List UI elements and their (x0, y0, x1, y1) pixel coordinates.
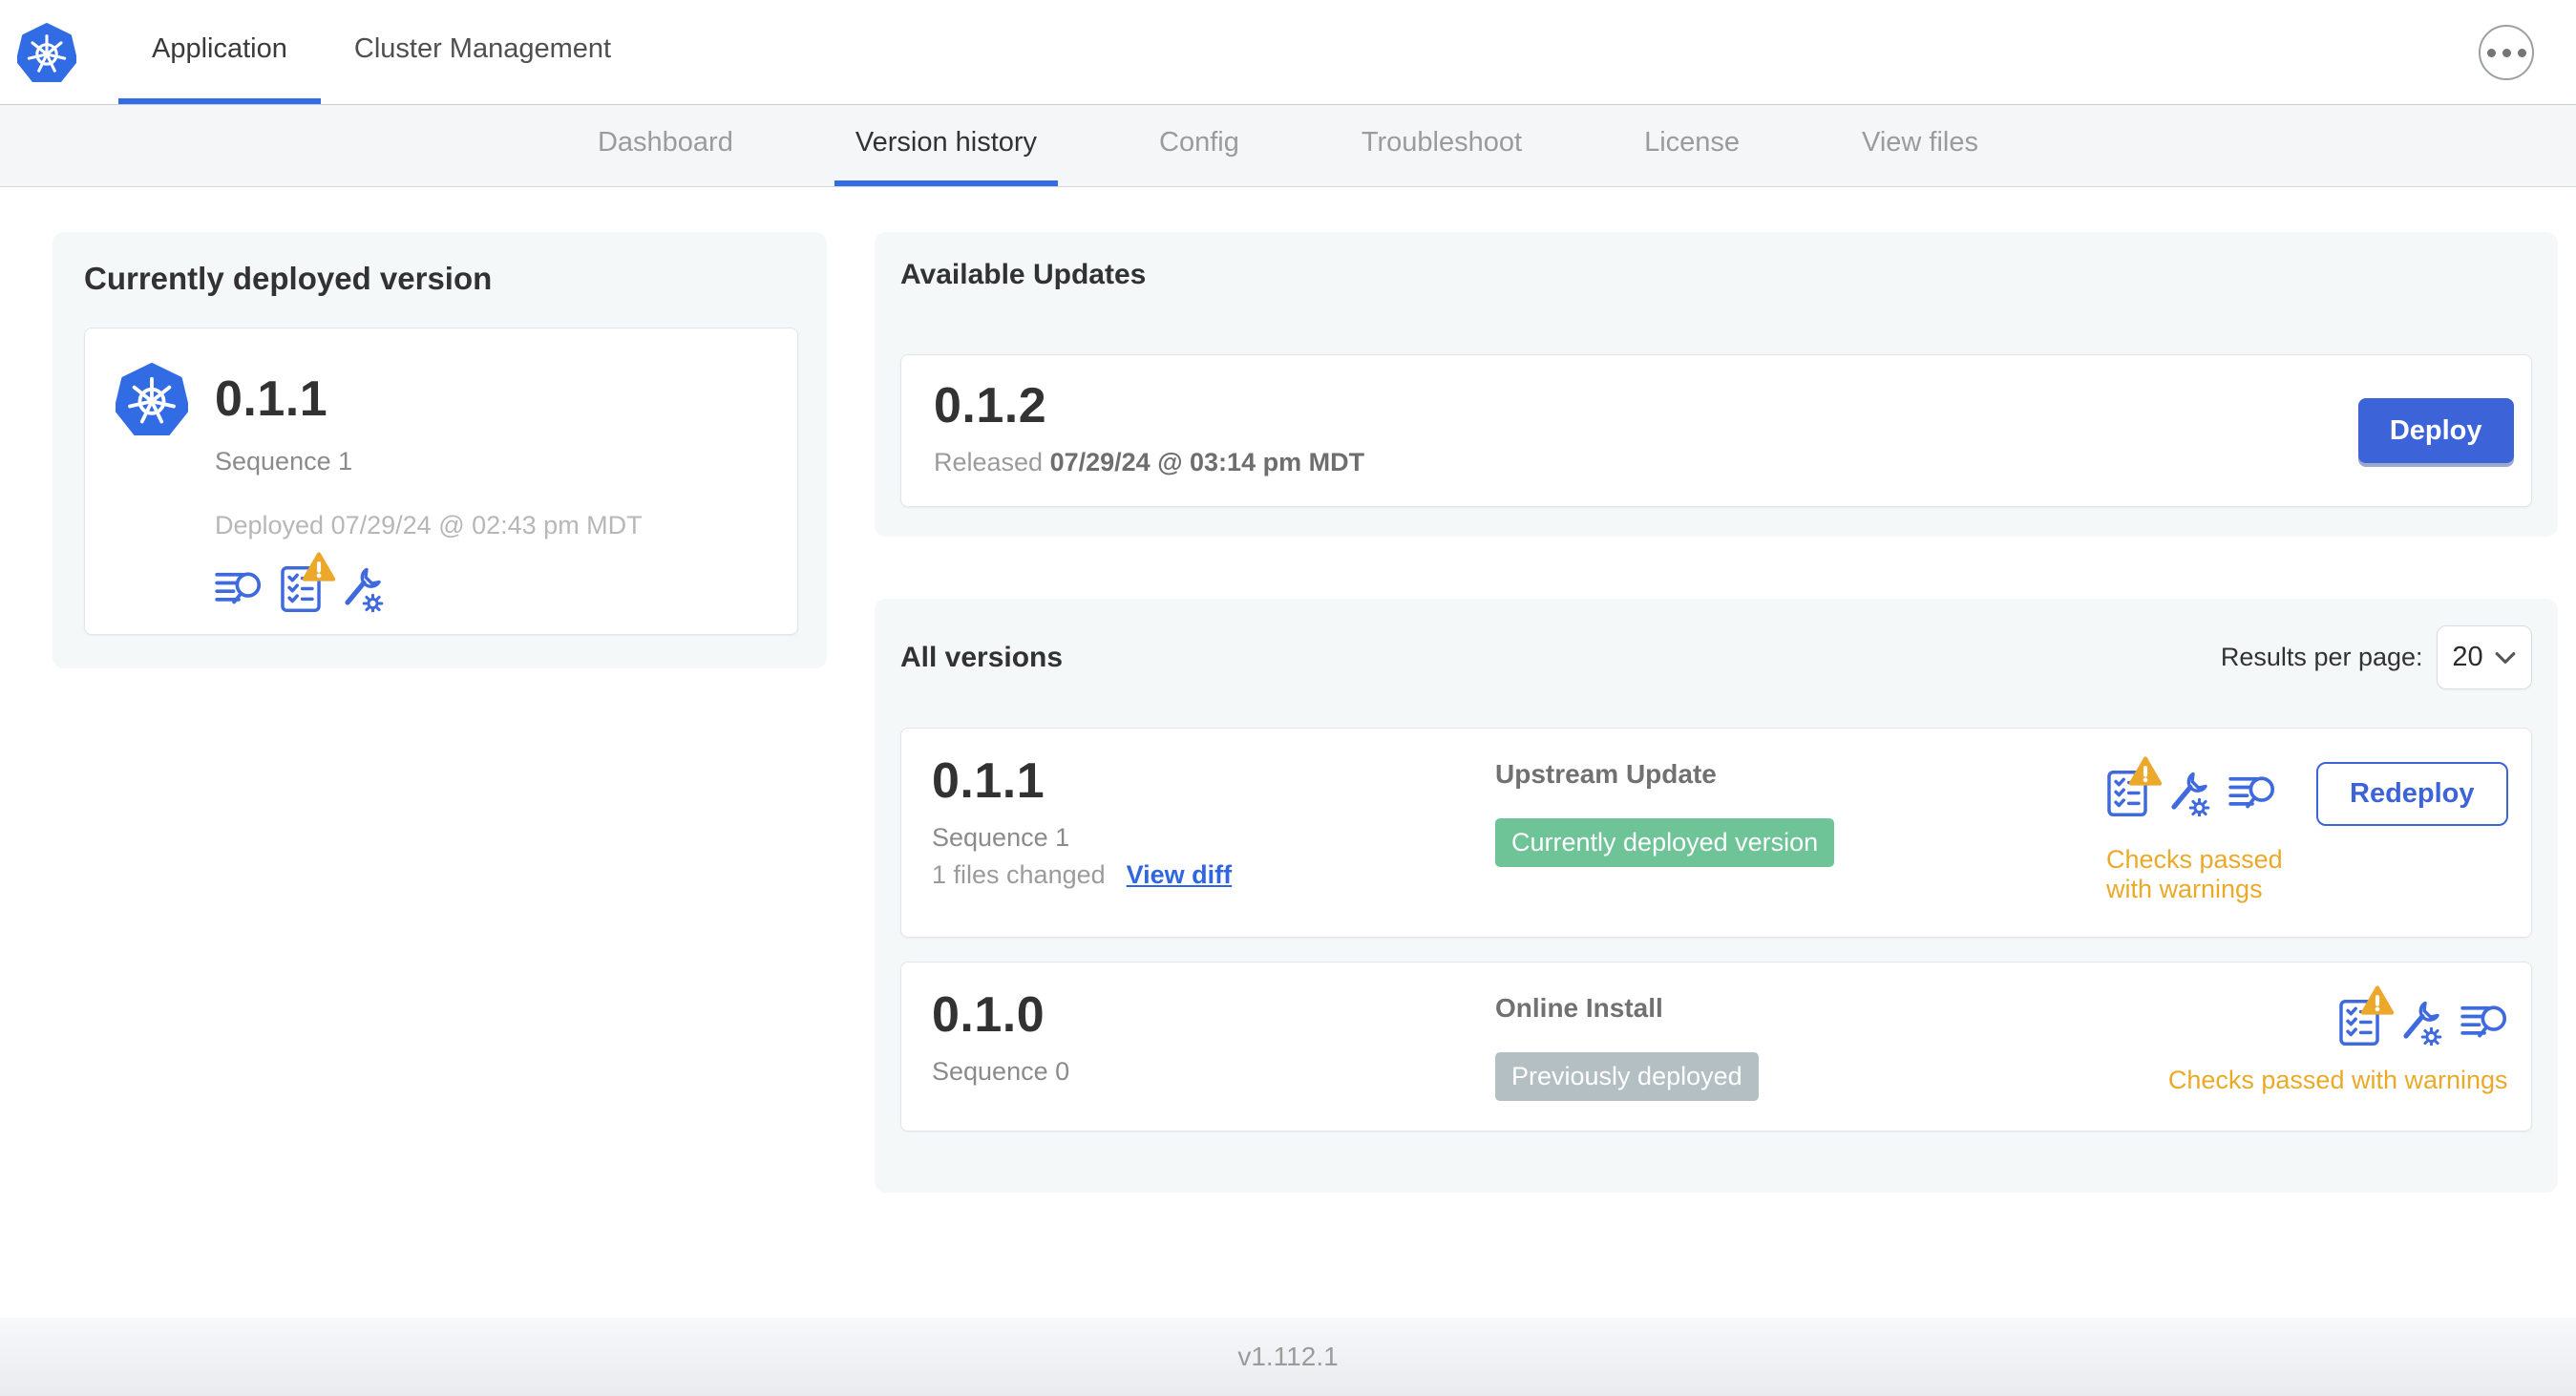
all-versions-title: All versions (900, 641, 1064, 673)
row-icon-row (2338, 999, 2508, 1047)
tab-troubleshoot[interactable]: Troubleshoot (1341, 105, 1543, 186)
deployed-sequence: Sequence 1 (215, 447, 353, 476)
release-notes-icon[interactable] (2460, 1002, 2508, 1044)
tab-license[interactable]: License (1623, 105, 1761, 186)
overflow-menu-button[interactable] (2479, 25, 2534, 80)
config-wrench-icon[interactable] (2397, 1000, 2443, 1046)
kubernetes-app-icon (116, 363, 188, 435)
available-updates-title: Available Updates (900, 259, 1147, 290)
results-per-page-select[interactable]: 20 (2436, 625, 2532, 689)
tab-dashboard[interactable]: Dashboard (577, 105, 754, 186)
results-per-page-label: Results per page: (2220, 643, 2423, 671)
currently-deployed-card: Currently deployed version 0.1.1 Sequenc… (53, 232, 827, 668)
row-sequence: Sequence 1 (932, 822, 1070, 852)
app-tabs: Application Cluster Management (118, 0, 644, 104)
version-row: 0.1.0 Sequence 0 Online Install Previous… (900, 962, 2532, 1132)
tab-version-history[interactable]: Version history (834, 105, 1059, 186)
warning-triangle-icon (2360, 984, 2395, 1016)
view-diff-link[interactable]: View diff (1127, 860, 1233, 890)
tab-config[interactable]: Config (1138, 105, 1260, 186)
config-wrench-icon[interactable] (339, 566, 385, 612)
kubernetes-logo (17, 23, 76, 82)
warning-triangle-icon (302, 551, 336, 582)
checks-status-text: Checks passed with warnings (2167, 1065, 2508, 1094)
status-badge: Previously deployed (1495, 1052, 1759, 1101)
deployed-icon-row (215, 565, 769, 613)
ellipsis-menu-icon (2486, 48, 2496, 57)
version-source: Online Install (1495, 993, 1663, 1023)
deployed-version-panel: 0.1.1 Sequence 1 Deployed 07/29/24 @ 02:… (84, 328, 798, 635)
deployed-version-number: 0.1.1 (215, 370, 328, 427)
tab-cluster-management[interactable]: Cluster Management (321, 0, 644, 104)
update-released-timestamp: Released 07/29/24 @ 03:14 pm MDT (934, 447, 1365, 476)
row-icon-row: Redeploy (2106, 762, 2508, 826)
main-content: Currently deployed version 0.1.1 Sequenc… (0, 187, 2576, 1193)
console-version: v1.112.1 (1237, 1342, 1339, 1371)
preflight-checks-icon[interactable] (2106, 770, 2148, 817)
app-footer: v1.112.1 (0, 1318, 2576, 1396)
preflight-checks-icon[interactable] (2338, 999, 2380, 1047)
tab-view-files[interactable]: View files (1841, 105, 1999, 186)
available-updates-card: Available Updates 0.1.2 Released 07/29/2… (875, 232, 2558, 537)
tab-application[interactable]: Application (118, 0, 321, 104)
chevron-down-icon (2495, 651, 2516, 665)
redeploy-button[interactable]: Redeploy (2316, 761, 2508, 826)
results-per-page: Results per page: 20 (2221, 625, 2532, 689)
files-changed: 1 files changed (932, 859, 1106, 889)
release-notes-icon[interactable] (2228, 772, 2276, 814)
checks-status-text: Checks passed with warnings (2106, 844, 2283, 903)
all-versions-card: All versions Results per page: 20 0.1.1 … (875, 599, 2558, 1193)
update-row: 0.1.2 Released 07/29/24 @ 03:14 pm MDT D… (900, 354, 2532, 507)
status-badge: Currently deployed version (1495, 818, 1835, 867)
deployed-timestamp: Deployed 07/29/24 @ 02:43 pm MDT (215, 511, 643, 539)
top-navbar: Application Cluster Management (0, 0, 2576, 105)
version-source: Upstream Update (1495, 759, 1717, 789)
app-subnav: Dashboard Version history Config Trouble… (0, 105, 2576, 187)
deploy-button[interactable]: Deploy (2357, 398, 2514, 463)
row-version-number: 0.1.1 (932, 753, 1045, 809)
warning-triangle-icon (2128, 755, 2163, 787)
row-version-number: 0.1.0 (932, 987, 1045, 1043)
version-row: 0.1.1 Sequence 1 1 files changed View di… (900, 728, 2532, 938)
row-sequence: Sequence 0 (932, 1056, 1070, 1086)
deployed-card-title: Currently deployed version (84, 261, 493, 296)
update-version-number: 0.1.2 (934, 378, 1047, 434)
config-wrench-icon[interactable] (2165, 771, 2211, 816)
preflight-checks-icon[interactable] (280, 565, 322, 613)
release-notes-icon[interactable] (215, 568, 263, 610)
